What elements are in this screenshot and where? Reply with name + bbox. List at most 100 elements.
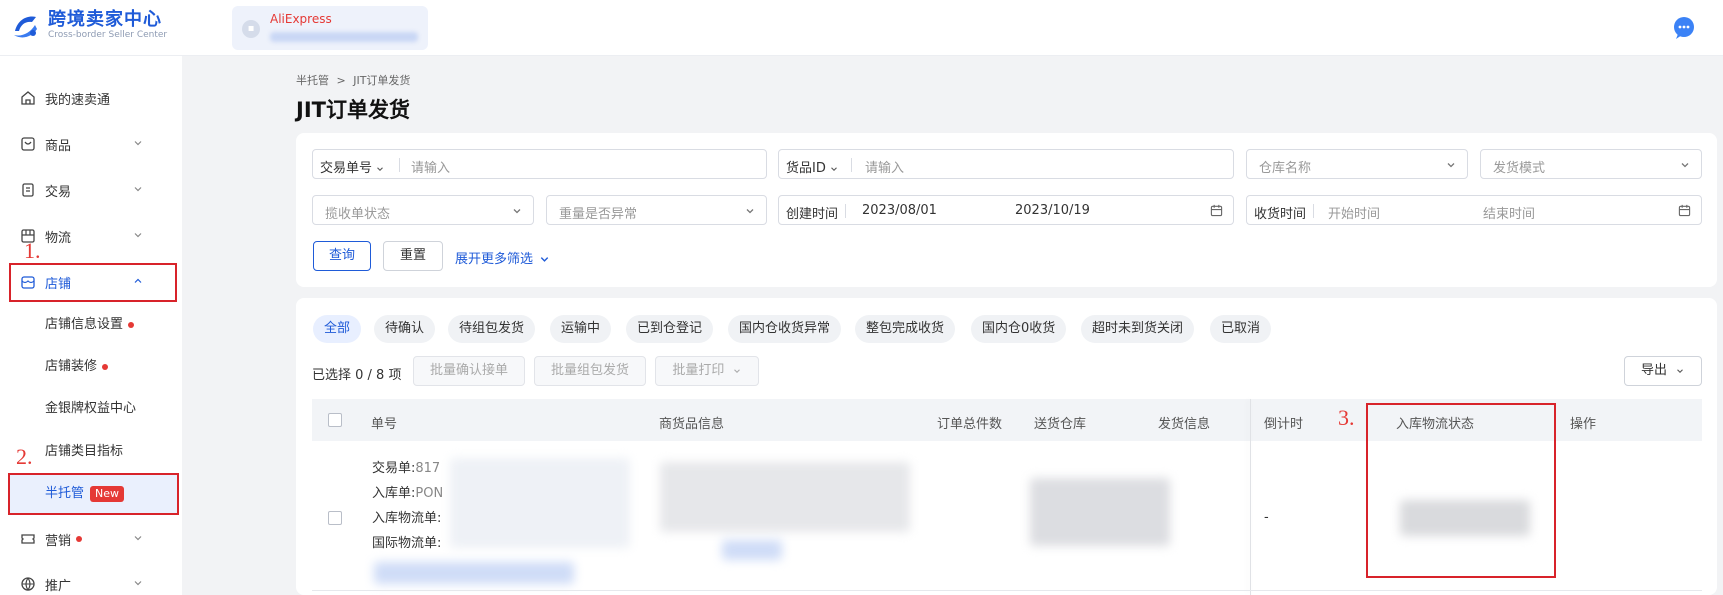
trade-no-label: 交易单号 <box>320 161 373 176</box>
chevron-down-icon <box>134 141 142 146</box>
trade-no-value[interactable]: 817 <box>415 461 440 476</box>
row-checkbox[interactable] <box>328 511 342 525</box>
pickup-status-placeholder: 揽收单状态 <box>325 207 391 222</box>
sidebar-subitem-category-metrics[interactable]: 店铺类目指标 <box>45 437 123 467</box>
trade-no-type-select[interactable]: 交易单号 <box>320 157 385 176</box>
order-link-redacted <box>374 562 574 584</box>
ship-mode-select[interactable]: 发货模式 <box>1480 149 1702 179</box>
notification-dot <box>128 321 135 328</box>
goods-info-redacted <box>660 462 910 532</box>
created-start-input[interactable]: 2023/08/01 <box>862 203 937 218</box>
logo[interactable]: 跨境卖家中心 Cross-border Seller Center <box>10 10 167 41</box>
chat-icon[interactable] <box>1672 16 1696 40</box>
weight-abnormal-select[interactable]: 重量是否异常 <box>546 195 767 225</box>
sidebar-item-label: 我的速卖通 <box>45 92 111 108</box>
sidebar-subitem-medal-center[interactable]: 金银牌权益中心 <box>45 394 136 424</box>
created-time-range[interactable]: 创建时间 2023/08/01 2023/10/19 <box>778 195 1234 225</box>
query-button[interactable]: 查询 <box>313 241 371 271</box>
chevron-down-icon <box>513 209 521 214</box>
sidebar-item-label: 商品 <box>45 138 72 154</box>
warehouse-redacted <box>1030 478 1170 546</box>
chevron-down-icon <box>377 166 383 171</box>
chevron-down-icon <box>1677 368 1684 373</box>
ship-mode-placeholder: 发货模式 <box>1493 161 1546 176</box>
warehouse-select[interactable]: 仓库名称 <box>1246 149 1468 179</box>
goods-id-input[interactable]: 请输入 <box>865 157 904 176</box>
created-end-input[interactable]: 2023/10/19 <box>1015 203 1090 218</box>
column-action: 操作 <box>1570 417 1597 432</box>
column-ship-info: 发货信息 <box>1158 417 1211 432</box>
annotation-box-inbound-status <box>1366 403 1556 578</box>
chevron-down-icon <box>134 233 142 238</box>
batch-confirm-button[interactable]: 批量确认接单 <box>413 356 525 386</box>
selection-count: 已选择 0 / 8 项 <box>312 368 402 383</box>
received-time-label: 收货时间 <box>1254 207 1307 222</box>
column-warehouse: 送货仓库 <box>1034 417 1087 432</box>
warehouse-placeholder: 仓库名称 <box>1259 161 1312 176</box>
logo-icon <box>14 16 37 37</box>
export-button[interactable]: 导出 <box>1624 356 1702 386</box>
received-time-range[interactable]: 收货时间 开始时间 结束时间 <box>1246 195 1702 225</box>
tab-receipt-abnormal[interactable]: 国内仓收货异常 <box>728 315 842 343</box>
trade-no-input[interactable]: 请输入 <box>411 157 450 176</box>
intl-logistics-cell: 国际物流单: <box>372 532 441 551</box>
product-icon <box>21 137 35 151</box>
ticket-icon <box>21 534 35 544</box>
sidebar-item-trade[interactable]: 交易 <box>0 170 182 210</box>
breadcrumb-current: JIT订单发货 <box>353 74 411 87</box>
order-details-redacted <box>450 458 630 548</box>
tab-cancelled[interactable]: 已取消 <box>1210 315 1272 343</box>
received-start-input[interactable]: 开始时间 <box>1328 203 1380 222</box>
batch-print-button[interactable]: 批量打印 <box>655 356 759 386</box>
sidebar-subitem-shop-info[interactable]: 店铺信息设置 <box>45 310 135 340</box>
sidebar-subitem-shop-decoration[interactable]: 店铺装修 <box>45 352 109 382</box>
batch-pack-button[interactable]: 批量组包发货 <box>534 356 646 386</box>
tab-zero-received[interactable]: 国内仓0收货 <box>971 315 1067 343</box>
tab-in-transit[interactable]: 运输中 <box>550 315 612 343</box>
breadcrumb-separator: > <box>336 74 346 87</box>
column-goods-info: 商货品信息 <box>659 417 725 432</box>
store-switcher[interactable]: ▪ AliExpress <box>232 6 428 50</box>
intl-logistics-label: 国际物流单: <box>372 536 442 551</box>
export-label: 导出 <box>1641 363 1668 378</box>
received-end-input[interactable]: 结束时间 <box>1483 203 1535 222</box>
sidebar-item-products[interactable]: 商品 <box>0 124 182 164</box>
reset-button[interactable]: 重置 <box>383 241 443 271</box>
chevron-down-icon <box>746 209 754 214</box>
sidebar-item-home[interactable]: 我的速卖通 <box>0 78 182 118</box>
tab-timeout-closed[interactable]: 超时未到货关闭 <box>1081 315 1195 343</box>
created-time-label: 创建时间 <box>786 207 839 222</box>
sidebar-item-label: 营销 <box>45 533 72 549</box>
tab-all[interactable]: 全部 <box>313 315 362 343</box>
select-all-checkbox[interactable] <box>328 413 342 427</box>
goods-id-type-select[interactable]: 货品ID <box>786 157 839 176</box>
logo-title: 跨境卖家中心 <box>48 9 162 30</box>
sidebar-item-label: 推广 <box>45 578 72 594</box>
sidebar-item-promotion[interactable]: 推广 <box>0 564 182 595</box>
inbound-no-value[interactable]: PON <box>415 486 443 501</box>
sidebar-item-marketing[interactable]: 营销 <box>0 519 182 559</box>
tab-fully-received[interactable]: 整包完成收货 <box>855 315 956 343</box>
goods-id-label: 货品ID <box>786 161 826 176</box>
sidebar-subitem-label: 店铺装修 <box>45 359 98 374</box>
goods-id-search[interactable]: 货品ID 请输入 <box>778 149 1234 179</box>
chevron-down-icon <box>540 257 549 262</box>
tab-pending-confirm[interactable]: 待确认 <box>374 315 436 343</box>
inbound-no-label: 入库单: <box>372 486 416 501</box>
expand-more-filters-link[interactable]: 展开更多筛选 <box>455 248 550 267</box>
sidebar-item-label: 物流 <box>45 230 72 246</box>
chevron-down-icon <box>1447 163 1455 168</box>
goods-link-redacted <box>722 540 782 560</box>
tab-arrived-registered[interactable]: 已到仓登记 <box>626 315 714 343</box>
divider <box>845 204 846 218</box>
fixed-column-divider <box>1250 399 1251 595</box>
breadcrumb-parent[interactable]: 半托管 <box>296 74 329 87</box>
calendar-icon[interactable] <box>1210 204 1223 217</box>
pickup-status-select[interactable]: 揽收单状态 <box>312 195 534 225</box>
trade-no-search[interactable]: 交易单号 请输入 <box>312 149 767 179</box>
chevron-down-icon <box>733 368 740 373</box>
tab-pending-pack[interactable]: 待组包发货 <box>448 315 536 343</box>
calendar-icon[interactable] <box>1678 204 1691 217</box>
divider <box>1313 204 1314 218</box>
weight-abnormal-placeholder: 重量是否异常 <box>559 207 638 222</box>
